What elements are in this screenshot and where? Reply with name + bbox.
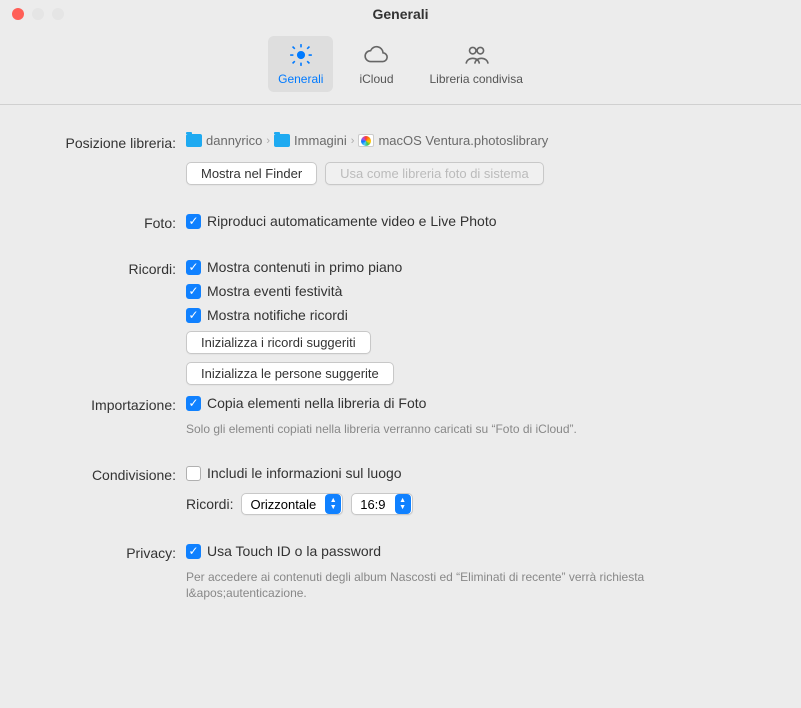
use-touchid-checkbox[interactable]: [186, 544, 201, 559]
select-arrows-icon: ▲▼: [395, 494, 411, 514]
show-notifications-checkbox[interactable]: [186, 308, 201, 323]
zoom-window-button[interactable]: [52, 8, 64, 20]
include-location-label: Includi le informazioni sul luogo: [207, 465, 402, 481]
toolbar: Generali iCloud Libreria condivisa: [0, 28, 801, 105]
breadcrumb-user-label: dannyrico: [206, 133, 262, 148]
show-holidays-checkbox[interactable]: [186, 284, 201, 299]
chevron-right-icon: ›: [266, 135, 270, 147]
privacy-label: Privacy:: [36, 543, 186, 561]
orientation-value: Orizzontale: [242, 497, 324, 512]
breadcrumb-item-pictures[interactable]: Immagini: [274, 133, 347, 148]
select-arrows-icon: ▲▼: [325, 494, 341, 514]
copy-items-checkbox[interactable]: [186, 396, 201, 411]
close-window-button[interactable]: [12, 8, 24, 20]
autoplay-checkbox[interactable]: [186, 214, 201, 229]
use-as-system-library-button: Usa come libreria foto di sistema: [325, 162, 544, 185]
show-notifications-label: Mostra notifiche ricordi: [207, 307, 348, 323]
preferences-window: Generali Generali iCloud Libreria condiv…: [0, 0, 801, 708]
tab-icloud[interactable]: iCloud: [349, 36, 403, 92]
breadcrumb-item-library[interactable]: macOS Ventura.photoslibrary: [358, 133, 548, 148]
privacy-row: Privacy: Usa Touch ID o la password Per …: [36, 543, 765, 601]
show-holidays-label: Mostra eventi festività: [207, 283, 342, 299]
show-in-finder-button[interactable]: Mostra nel Finder: [186, 162, 317, 185]
memories-row: Ricordi: Mostra contenuti in primo piano…: [36, 259, 765, 385]
aspect-ratio-select[interactable]: 16:9 ▲▼: [351, 493, 412, 515]
breadcrumb-pictures-label: Immagini: [294, 133, 347, 148]
sharing-row: Condivisione: Includi le informazioni su…: [36, 465, 765, 515]
tab-shared-label: Libreria condivisa: [430, 72, 523, 86]
photos-label: Foto:: [36, 213, 186, 231]
cloud-icon: [363, 42, 389, 68]
import-helper-text: Solo gli elementi copiati nella libreria…: [186, 421, 765, 437]
folder-icon: [186, 134, 202, 147]
chevron-right-icon: ›: [351, 135, 355, 147]
photos-library-icon: [358, 134, 374, 147]
tab-general[interactable]: Generali: [268, 36, 333, 92]
autoplay-label: Riproduci automaticamente video e Live P…: [207, 213, 497, 229]
tab-shared-library[interactable]: Libreria condivisa: [420, 36, 533, 92]
folder-icon: [274, 134, 290, 147]
gear-icon: [288, 42, 314, 68]
aspect-value: 16:9: [352, 497, 393, 512]
orientation-select[interactable]: Orizzontale ▲▼: [241, 493, 343, 515]
breadcrumb-library-label: macOS Ventura.photoslibrary: [378, 133, 548, 148]
photos-row: Foto: Riproduci automaticamente video e …: [36, 213, 765, 231]
use-touchid-label: Usa Touch ID o la password: [207, 543, 381, 559]
privacy-helper-text: Per accedere ai contenuti degli album Na…: [186, 569, 765, 601]
reset-suggested-memories-button[interactable]: Inizializza i ricordi suggeriti: [186, 331, 371, 354]
include-location-checkbox[interactable]: [186, 466, 201, 481]
library-location-row: Posizione libreria: dannyrico › Immagini…: [36, 133, 765, 185]
copy-items-label: Copia elementi nella libreria di Foto: [207, 395, 426, 411]
tab-general-label: Generali: [278, 72, 323, 86]
show-featured-label: Mostra contenuti in primo piano: [207, 259, 402, 275]
breadcrumb-item-user[interactable]: dannyrico: [186, 133, 262, 148]
sharing-label: Condivisione:: [36, 465, 186, 483]
memories-format-sublabel: Ricordi:: [186, 496, 233, 512]
library-location-label: Posizione libreria:: [36, 133, 186, 151]
titlebar: Generali: [0, 0, 801, 28]
window-controls: [12, 8, 64, 20]
reset-suggested-people-button[interactable]: Inizializza le persone suggerite: [186, 362, 394, 385]
library-breadcrumb: dannyrico › Immagini › macOS Ventura.pho…: [186, 133, 765, 148]
content-area: Posizione libreria: dannyrico › Immagini…: [0, 105, 801, 632]
tab-icloud-label: iCloud: [359, 72, 393, 86]
import-row: Importazione: Copia elementi nella libre…: [36, 395, 765, 437]
show-featured-checkbox[interactable]: [186, 260, 201, 275]
import-label: Importazione:: [36, 395, 186, 413]
minimize-window-button[interactable]: [32, 8, 44, 20]
window-title: Generali: [0, 6, 801, 22]
people-icon: [463, 42, 489, 68]
memories-label: Ricordi:: [36, 259, 186, 277]
